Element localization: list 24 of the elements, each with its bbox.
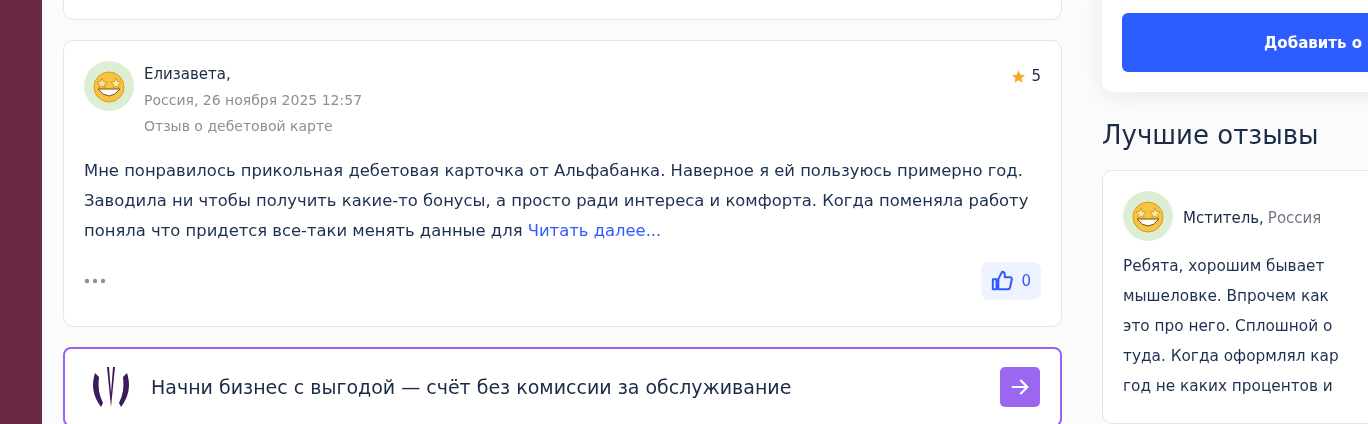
review-text-line: мышеловке. Впрочем как [1123,286,1330,307]
author-name: Мститель, [1183,208,1264,227]
review-date: Россия, 26 ноября 2025 12:57 [144,91,363,110]
star-eyes-face-icon [84,61,134,111]
review-text-line: это про него. Сплошной о [1123,316,1334,337]
star-icon [1011,68,1027,84]
arrow-button[interactable] [1000,367,1040,407]
review-text: Мне понравилось прикольная дебетовая карточка от Альфабанка. Наверное я ей пользуюсь примерно год. Заводила ни чтобы получить какие-то бонусы, а просто ради интереса и комфорта. Когда поменяла работу поняла что придется все-таки менять данные для Читать далее... [84,160,1030,242]
review-text-line: год не каких процентов и [1123,376,1334,397]
like-button[interactable]: 0 [981,262,1041,300]
read-more-link[interactable]: Читать далее... [527,221,662,240]
section-title: Лучшие отзывы [1102,120,1320,150]
review-text-line: Ребята, хорошим бывает [1123,256,1326,277]
ad-banner[interactable]: Начни бизнес с выгодой — счёт без комиссии за обслуживание [63,347,1062,424]
thumbs-up-icon [991,270,1014,292]
review-subject: Отзыв о дебетовой карте [144,117,334,136]
star-eyes-face-icon [1123,191,1173,241]
author-name: Елизавета, [144,64,232,84]
author-location: Россия [1267,208,1322,227]
add-review-button[interactable]: Добавить о [1122,13,1368,72]
rating-value: 5 [1031,67,1041,85]
review-text-line: туда. Когда оформлял кар [1123,346,1340,367]
more-icon[interactable] [84,278,106,284]
ad-text: Начни бизнес с выгодой — счёт без комиссии за обслуживание [151,376,792,398]
